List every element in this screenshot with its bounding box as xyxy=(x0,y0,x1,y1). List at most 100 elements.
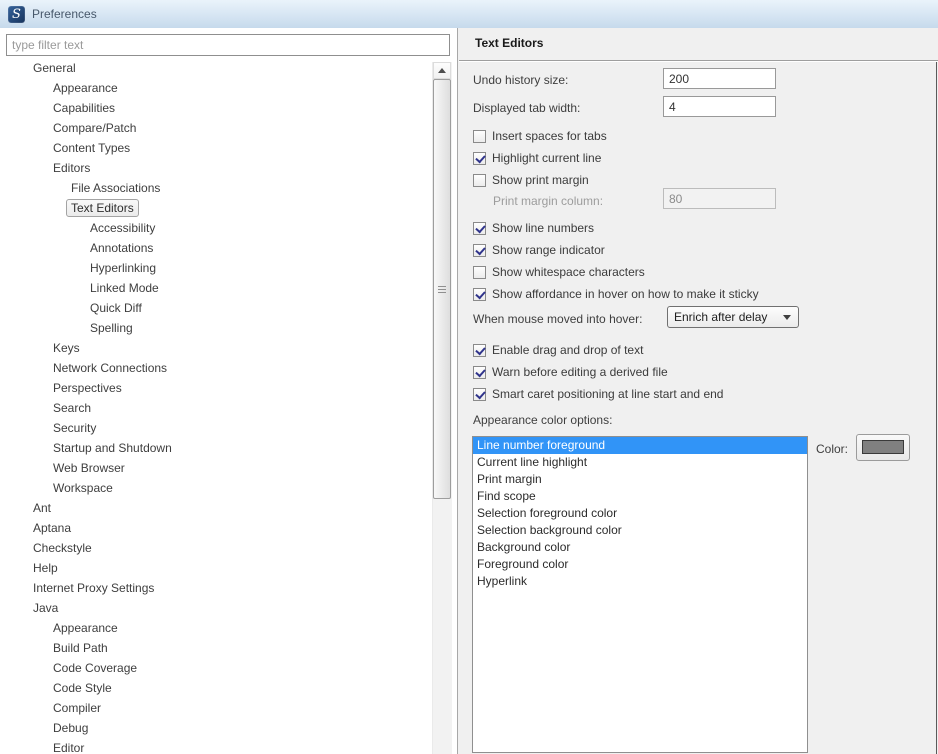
tree-item-label: General xyxy=(33,61,76,75)
color-option-label: Foreground color xyxy=(477,557,569,571)
tree-item-label: Code Coverage xyxy=(53,661,138,675)
color-option-find-scope[interactable]: Find scope xyxy=(473,488,807,505)
tree-item-editor[interactable]: Editor xyxy=(0,738,430,754)
tree-item-aptana[interactable]: Aptana xyxy=(0,518,430,538)
chevron-down-icon xyxy=(783,315,791,320)
appearance-color-options-label: Appearance color options: xyxy=(473,413,613,427)
tree-item-editors[interactable]: Editors xyxy=(0,158,430,178)
checkbox-label: Show affordance in hover on how to make … xyxy=(492,287,759,301)
tree-item-help[interactable]: Help xyxy=(0,558,430,578)
tree-item-web-browser[interactable]: Web Browser xyxy=(0,458,430,478)
checkbox-label: Show whitespace characters xyxy=(492,265,645,279)
tree-item-checkstyle[interactable]: Checkstyle xyxy=(0,538,430,558)
tree-item-network-connections[interactable]: Network Connections xyxy=(0,358,430,378)
checkbox-show-whitespace-characters[interactable]: Show whitespace characters xyxy=(473,261,759,283)
tree-item-code-coverage[interactable]: Code Coverage xyxy=(0,658,430,678)
tree-item-label: File Associations xyxy=(71,181,161,195)
tree-item-keys[interactable]: Keys xyxy=(0,338,430,358)
checkbox-show-print-margin[interactable]: Show print margin xyxy=(473,169,607,191)
filter-input[interactable] xyxy=(6,34,450,56)
print-margin-column-input xyxy=(663,188,776,209)
scrollbar-grip-icon xyxy=(438,285,446,293)
checkbox-warn-before-editing-a-derived-file[interactable]: Warn before editing a derived file xyxy=(473,361,723,383)
scroll-up-button[interactable] xyxy=(433,62,451,79)
tree-item-label: Compare/Patch xyxy=(53,121,137,135)
window-title: Preferences xyxy=(32,7,97,21)
hover-mode-label: When mouse moved into hover: xyxy=(473,312,643,326)
tree-item-security[interactable]: Security xyxy=(0,418,430,438)
checkbox-show-line-numbers[interactable]: Show line numbers xyxy=(473,217,759,239)
tree-item-compare-patch[interactable]: Compare/Patch xyxy=(0,118,430,138)
color-option-line-number-foreground[interactable]: Line number foreground xyxy=(473,437,807,454)
tree-item-debug[interactable]: Debug xyxy=(0,718,430,738)
checkbox-box xyxy=(473,387,486,401)
tree-scrollbar[interactable] xyxy=(432,62,452,754)
color-label: Color: xyxy=(816,442,849,456)
checkbox-show-affordance-in-hover-on-how-to-make-it-sticky[interactable]: Show affordance in hover on how to make … xyxy=(473,283,759,305)
tree-item-spelling[interactable]: Spelling xyxy=(0,318,430,338)
title-separator xyxy=(459,60,938,62)
checkbox-smart-caret-positioning-at-line-start-and-end[interactable]: Smart caret positioning at line start an… xyxy=(473,383,723,405)
tree-item-label: Network Connections xyxy=(53,361,168,375)
tree-item-build-path[interactable]: Build Path xyxy=(0,638,430,658)
tree-item-capabilities[interactable]: Capabilities xyxy=(0,98,430,118)
tree-item-perspectives[interactable]: Perspectives xyxy=(0,378,430,398)
checkbox-box xyxy=(473,129,486,143)
tab-width-input[interactable] xyxy=(663,96,776,117)
tree-item-label: Perspectives xyxy=(53,381,122,395)
tree-item-appearance[interactable]: Appearance xyxy=(0,78,430,98)
panel-separator xyxy=(457,28,458,754)
color-picker-button[interactable] xyxy=(856,434,910,461)
checkbox-show-range-indicator[interactable]: Show range indicator xyxy=(473,239,759,261)
tree-item-annotations[interactable]: Annotations xyxy=(0,238,430,258)
color-option-label: Current line highlight xyxy=(477,455,588,469)
tree-item-label: Security xyxy=(53,421,97,435)
checkbox-label: Insert spaces for tabs xyxy=(492,129,607,143)
color-option-selection-foreground-color[interactable]: Selection foreground color xyxy=(473,505,807,522)
color-option-hyperlink[interactable]: Hyperlink xyxy=(473,573,807,590)
tree-item-general[interactable]: General xyxy=(0,58,430,78)
tree-item-label: Annotations xyxy=(90,241,154,255)
tree-item-internet-proxy-settings[interactable]: Internet Proxy Settings xyxy=(0,578,430,598)
tree-item-appearance[interactable]: Appearance xyxy=(0,618,430,638)
checkbox-box xyxy=(473,365,486,379)
checkbox-enable-drag-and-drop-of-text[interactable]: Enable drag and drop of text xyxy=(473,339,723,361)
color-option-current-line-highlight[interactable]: Current line highlight xyxy=(473,454,807,471)
tree-item-hyperlinking[interactable]: Hyperlinking xyxy=(0,258,430,278)
tree-item-code-style[interactable]: Code Style xyxy=(0,678,430,698)
scrollbar-thumb[interactable] xyxy=(433,79,451,499)
hover-mode-value: Enrich after delay xyxy=(674,310,768,324)
color-option-selection-background-color[interactable]: Selection background color xyxy=(473,522,807,539)
hover-mode-dropdown[interactable]: Enrich after delay xyxy=(667,306,799,328)
checkbox-highlight-current-line[interactable]: Highlight current line xyxy=(473,147,607,169)
tree-item-compiler[interactable]: Compiler xyxy=(0,698,430,718)
tree-item-quick-diff[interactable]: Quick Diff xyxy=(0,298,430,318)
tree-item-label: Checkstyle xyxy=(33,541,92,555)
tree-item-label: Hyperlinking xyxy=(90,261,157,275)
tree-item-startup-and-shutdown[interactable]: Startup and Shutdown xyxy=(0,438,430,458)
color-option-background-color[interactable]: Background color xyxy=(473,539,807,556)
right-edge-border xyxy=(936,62,937,754)
tree-item-linked-mode[interactable]: Linked Mode xyxy=(0,278,430,298)
appearance-color-options-list: Line number foreground Current line high… xyxy=(472,436,808,753)
checkbox-box xyxy=(473,287,486,301)
tree-item-workspace[interactable]: Workspace xyxy=(0,478,430,498)
window-titlebar[interactable]: S Preferences xyxy=(0,0,938,28)
color-option-foreground-color[interactable]: Foreground color xyxy=(473,556,807,573)
checkbox-label: Show print margin xyxy=(492,173,589,187)
tree-item-file-associations[interactable]: File Associations xyxy=(0,178,430,198)
checkbox-label: Enable drag and drop of text xyxy=(492,343,644,357)
tree-item-java[interactable]: Java xyxy=(0,598,430,618)
tree-item-text-editors[interactable]: Text Editors xyxy=(0,198,430,218)
undo-history-input[interactable] xyxy=(663,68,776,89)
color-option-label: Selection foreground color xyxy=(477,506,618,520)
tree-item-accessibility[interactable]: Accessibility xyxy=(0,218,430,238)
tree-item-ant[interactable]: Ant xyxy=(0,498,430,518)
tree-item-label: Capabilities xyxy=(53,101,116,115)
tree-item-label: Compiler xyxy=(53,701,102,715)
checkbox-insert-spaces-for-tabs[interactable]: Insert spaces for tabs xyxy=(473,125,607,147)
tree-item-content-types[interactable]: Content Types xyxy=(0,138,430,158)
color-option-print-margin[interactable]: Print margin xyxy=(473,471,807,488)
tab-width-label: Displayed tab width: xyxy=(473,101,581,115)
tree-item-search[interactable]: Search xyxy=(0,398,430,418)
